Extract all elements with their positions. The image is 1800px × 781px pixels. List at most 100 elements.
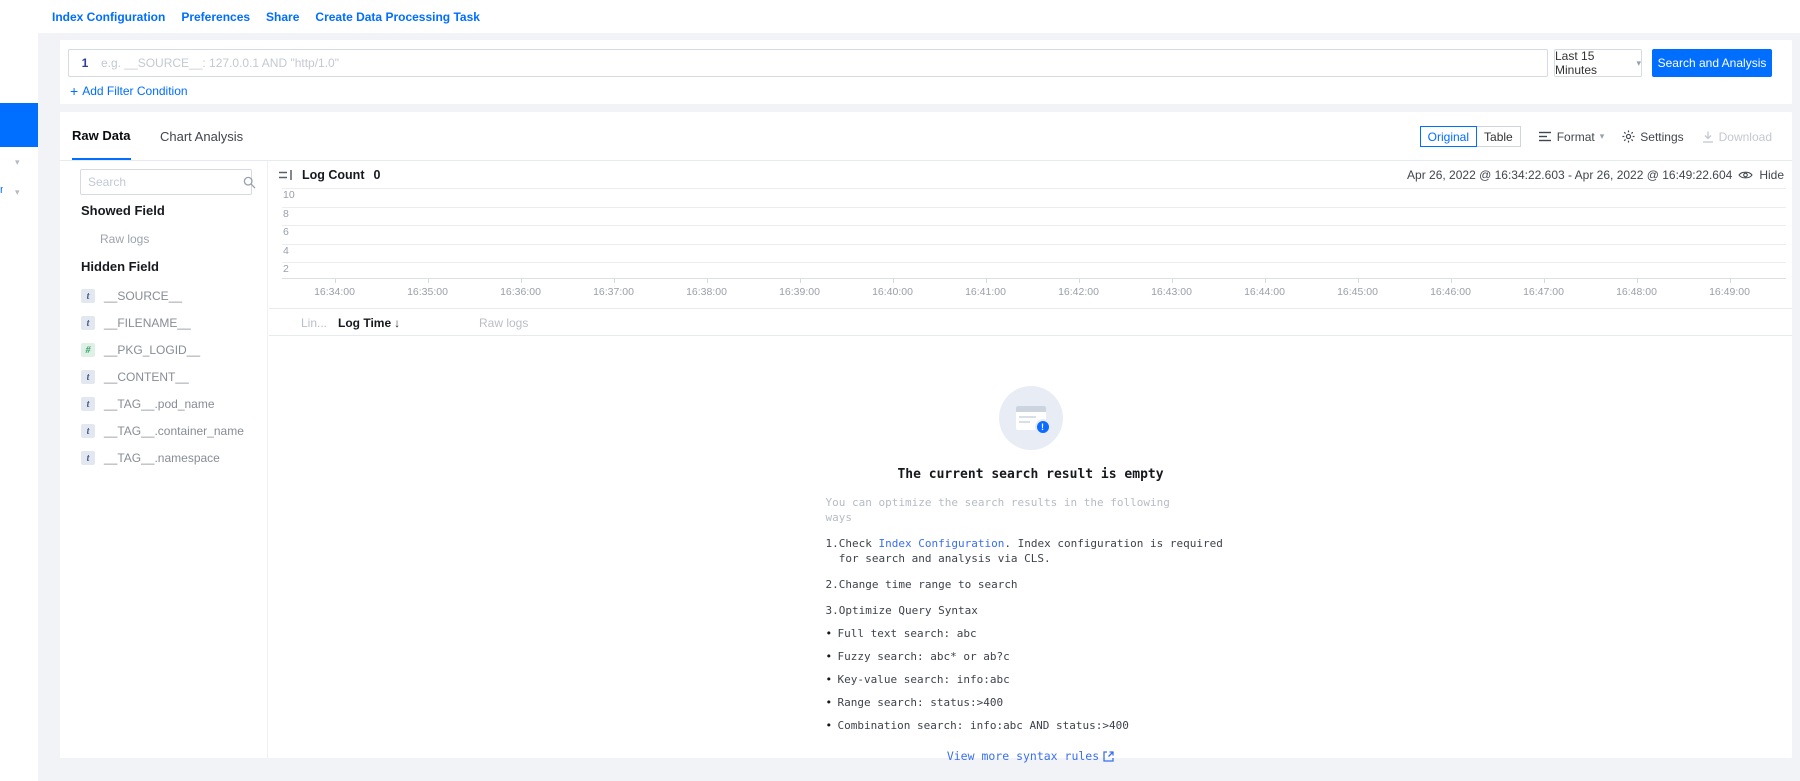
x-tick-label: 16:45:00 [1311, 279, 1404, 298]
log-count-value: 0 [373, 168, 380, 182]
field-type-icon: t [81, 397, 95, 411]
chart-time-range: Apr 26, 2022 @ 16:34:22.603 - Apr 26, 20… [1407, 168, 1732, 182]
field-type-icon: t [81, 451, 95, 465]
x-tick-label: 16:47:00 [1497, 279, 1590, 298]
download-button[interactable]: Download [1702, 130, 1772, 144]
time-range-value: Last 15 Minutes [1555, 49, 1631, 77]
field-row[interactable]: t __CONTENT__ [81, 370, 244, 384]
collapse-chart-icon[interactable] [279, 169, 293, 181]
log-table-header: Lin... Log Time↓ Raw logs [269, 308, 1792, 336]
x-tick-label: 16:37:00 [567, 279, 660, 298]
x-tick-label: 16:44:00 [1218, 279, 1311, 298]
syntax-example: •Full text search: abc [826, 626, 1236, 641]
field-row[interactable]: t __TAG__.pod_name [81, 397, 244, 411]
histogram-plot-area[interactable] [282, 188, 1786, 278]
query-line-number: 1 [69, 56, 101, 70]
field-row[interactable]: t __FILENAME__ [81, 316, 244, 330]
x-tick-label: 16:34:00 [288, 279, 381, 298]
column-line-number: Lin... [301, 316, 327, 330]
empty-result-help: You can optimize the search results in t… [826, 495, 1236, 733]
x-tick-label: 16:46:00 [1404, 279, 1497, 298]
help-item-3: 3.Optimize Query Syntax [826, 603, 1236, 618]
help-item-1: 1.Check Index Configuration. Index confi… [826, 536, 1236, 566]
top-action-bar: Index Configuration Preferences Share Creat… [0, 0, 1800, 33]
tabs-bar: Raw Data Chart Analysis Original Table F… [60, 112, 1792, 161]
field-search-box[interactable] [80, 169, 252, 195]
x-tick-label: 16:43:00 [1125, 279, 1218, 298]
top-nav-link[interactable]: Index Configuration [52, 10, 165, 24]
field-name: __TAG__.container_name [104, 424, 244, 438]
view-syntax-rules-link[interactable]: View more syntax rules [947, 749, 1114, 763]
settings-button[interactable]: Settings [1622, 130, 1683, 144]
bullet-icon: • [826, 718, 838, 733]
field-type-icon: # [81, 343, 95, 357]
x-tick-label: 16:40:00 [846, 279, 939, 298]
active-nav-item[interactable] [0, 103, 38, 147]
view-original-button[interactable]: Original [1420, 126, 1477, 147]
x-tick-label: 16:39:00 [753, 279, 846, 298]
showed-field-raw-logs[interactable]: Raw logs [100, 232, 149, 246]
collapsed-left-nav: ▾ ▾ n [0, 33, 38, 781]
fields-sidebar: Showed Field Raw logs Hidden Field t __S… [60, 161, 268, 758]
column-log-time[interactable]: Log Time↓ [338, 316, 400, 330]
chevron-down-icon: ▾ [1600, 131, 1605, 142]
syntax-examples: •Full text search: abc •Fuzzy search: ab… [826, 626, 1236, 733]
empty-result-subtitle: You can optimize the search results in t… [826, 495, 1236, 525]
info-badge-icon: ! [1035, 419, 1051, 435]
tab-chart-analysis[interactable]: Chart Analysis [160, 112, 243, 160]
x-tick-label: 16:36:00 [474, 279, 567, 298]
results-toolbar: Original Table Format ▾ Settings [1420, 112, 1772, 161]
chevron-down-icon[interactable]: ▾ [15, 157, 20, 168]
x-tick-label: 16:38:00 [660, 279, 753, 298]
query-input-box[interactable]: 1 [68, 49, 1548, 77]
hidden-field-list: t __SOURCE__ t __FILENAME__ # __PKG_LOGI… [81, 289, 244, 465]
x-tick-label: 16:35:00 [381, 279, 474, 298]
bullet-icon: • [826, 672, 838, 687]
field-name: __FILENAME__ [104, 316, 191, 330]
top-nav-link[interactable]: Share [266, 10, 299, 24]
empty-result-icon: ! [999, 386, 1063, 450]
log-count-label: Log Count [302, 168, 364, 182]
field-name: __TAG__.namespace [104, 451, 220, 465]
field-type-icon: t [81, 316, 95, 330]
view-table-button[interactable]: Table [1476, 126, 1521, 147]
clipped-nav-label: n [0, 185, 3, 196]
eye-icon[interactable] [1738, 170, 1753, 180]
hide-chart-button[interactable]: Hide [1759, 168, 1784, 182]
gear-icon [1622, 130, 1635, 143]
syntax-example: •Combination search: info:abc AND status… [826, 718, 1236, 733]
histogram-header: Log Count 0 Apr 26, 2022 @ 16:34:22.603 … [269, 161, 1792, 191]
field-row[interactable]: # __PKG_LOGID__ [81, 343, 244, 357]
tab-raw-data[interactable]: Raw Data [72, 112, 131, 160]
index-configuration-link[interactable]: Index Configuration [879, 537, 1005, 550]
field-type-icon: t [81, 370, 95, 384]
x-tick-label: 16:41:00 [939, 279, 1032, 298]
field-search-input[interactable] [88, 175, 243, 189]
syntax-example: •Range search: status:>400 [826, 695, 1236, 710]
field-name: __PKG_LOGID__ [104, 343, 200, 357]
field-row[interactable]: t __TAG__.namespace [81, 451, 244, 465]
results-card: Raw Data Chart Analysis Original Table F… [60, 112, 1792, 758]
time-range-select[interactable]: Last 15 Minutes ▾ [1554, 49, 1642, 77]
external-link-icon [1103, 751, 1114, 762]
format-dropdown[interactable]: Format ▾ [1539, 130, 1605, 144]
format-lines-icon [1539, 131, 1552, 142]
help-item-2: 2.Change time range to search [826, 577, 1236, 592]
plus-icon: + [70, 85, 78, 97]
top-nav-link[interactable]: Create Data Processing Task [315, 10, 480, 24]
chevron-down-icon[interactable]: ▾ [15, 187, 20, 198]
field-row[interactable]: t __TAG__.container_name [81, 424, 244, 438]
search-icon [243, 176, 256, 189]
search-and-analysis-button[interactable]: Search and Analysis [1652, 49, 1772, 77]
document-icon: ! [1016, 406, 1046, 430]
add-filter-condition-button[interactable]: + Add Filter Condition [70, 84, 188, 98]
download-icon [1702, 131, 1714, 143]
top-nav-link[interactable]: Preferences [181, 10, 250, 24]
field-row[interactable]: t __SOURCE__ [81, 289, 244, 303]
bullet-icon: • [826, 695, 838, 710]
empty-search-result: ! The current search result is empty You… [269, 386, 1792, 763]
bullet-icon: • [826, 649, 838, 664]
query-input[interactable] [101, 56, 1547, 70]
showed-field-title: Showed Field [81, 203, 165, 218]
syntax-example: •Key-value search: info:abc [826, 672, 1236, 687]
